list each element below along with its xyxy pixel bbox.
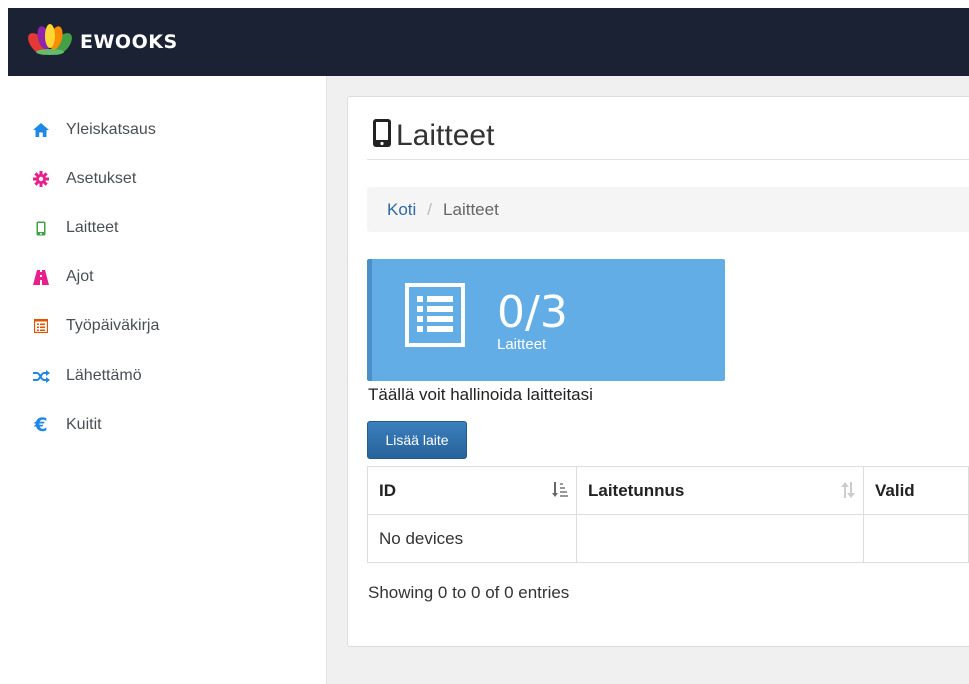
lotus-logo-icon <box>28 24 72 55</box>
top-navbar: EWOOKS <box>8 8 969 76</box>
page-title: Laitteet <box>372 118 494 153</box>
road-icon <box>32 268 50 286</box>
euro-icon: € <box>34 414 48 436</box>
mobile-phone-icon <box>32 219 50 237</box>
sort-ascending-icon <box>552 482 568 503</box>
table-cell <box>863 514 969 563</box>
column-header-id[interactable]: ID <box>367 466 577 515</box>
brand-logo-link[interactable]: EWOOKS <box>24 24 178 60</box>
table-cell-empty-message: No devices <box>367 514 577 563</box>
column-header-valid[interactable]: Valid <box>863 466 969 515</box>
sidebar-item-lahettamo[interactable]: Lähettämö <box>8 361 326 391</box>
mobile-phone-icon <box>372 118 392 153</box>
breadcrumb-separator: / <box>427 199 433 219</box>
devices-table: ID Laitetunnus Valid No devices <box>367 466 969 563</box>
sidebar-item-label: Asetukset <box>66 170 137 187</box>
stat-label: Laitteet <box>497 336 547 353</box>
sidebar-item-laitteet[interactable]: Laitteet <box>8 213 326 243</box>
sidebar-item-ajot[interactable]: Ajot <box>8 262 326 292</box>
breadcrumb: Koti / Laitteet <box>367 187 969 232</box>
add-device-button[interactable]: Lisää laite <box>367 421 467 459</box>
sidebar-item-tyopaivakirja[interactable]: Työpäiväkirja <box>8 311 326 341</box>
sort-both-icon <box>841 482 855 503</box>
home-icon <box>32 121 50 139</box>
column-header-laitetunnus[interactable]: Laitetunnus <box>576 466 864 515</box>
brand-name: EWOOKS <box>80 31 178 53</box>
column-header-label: Valid <box>875 480 915 500</box>
stat-value: 0/3 <box>497 287 568 338</box>
sidebar-item-label: Yleiskatsaus <box>66 121 156 138</box>
page-title-text: Laitteet <box>396 118 495 152</box>
table-cell <box>576 514 864 563</box>
column-header-label: ID <box>379 480 396 500</box>
sidebar-item-label: Kuitit <box>66 416 102 433</box>
sidebar-item-label: Työpäiväkirja <box>66 317 160 334</box>
sidebar-item-label: Lähettämö <box>66 367 142 384</box>
random-icon <box>32 367 50 385</box>
list-alt-icon <box>32 317 50 335</box>
sidebar-item-label: Ajot <box>66 268 94 285</box>
page-description: Täällä voit hallinoida laitteitasi <box>368 385 593 404</box>
breadcrumb-home-link[interactable]: Koti <box>387 200 416 220</box>
title-divider <box>367 159 969 160</box>
list-icon <box>405 283 465 352</box>
sidebar-item-label: Laitteet <box>66 219 119 236</box>
gear-icon <box>32 170 50 188</box>
sidebar-item-yleiskatsaus[interactable]: Yleiskatsaus <box>8 115 326 145</box>
sidebar-item-kuitit[interactable]: € Kuitit <box>8 410 326 440</box>
breadcrumb-current: Laitteet <box>443 199 499 219</box>
sidebar-item-asetukset[interactable]: Asetukset <box>8 164 326 194</box>
device-count-stat: 0/3 Laitteet <box>367 259 725 381</box>
table-info: Showing 0 to 0 of 0 entries <box>368 583 570 602</box>
sidebar: Yleiskatsaus Asetukset Laitteet Ajot Työ… <box>8 76 327 684</box>
table-row: No devices <box>367 514 969 563</box>
column-header-label: Laitetunnus <box>588 480 685 500</box>
